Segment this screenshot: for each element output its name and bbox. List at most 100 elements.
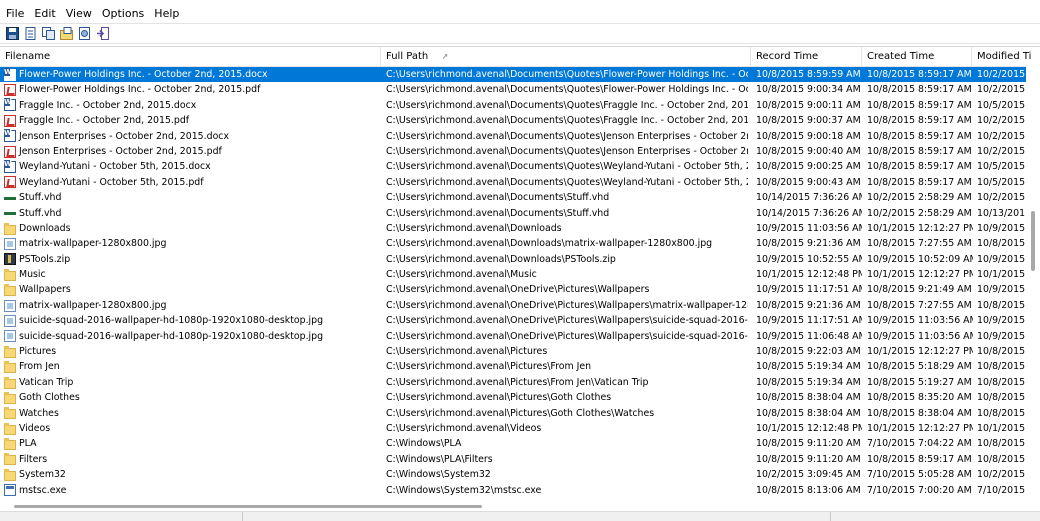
filename-cell: From Jen (4, 359, 380, 374)
table-row[interactable]: Videos C:\Users\richmond.avenal\Videos 10/… (0, 421, 1040, 436)
table-row[interactable]: Flower-Power Holdings Inc. - October 2nd… (0, 67, 1040, 83)
created-time-cell: 10/9/2015 11:03:56 AM (867, 315, 973, 327)
menu-view[interactable]: View (61, 5, 97, 23)
created-time-cell: 10/8/2015 8:59:17 AM (867, 161, 972, 173)
copy-button[interactable] (23, 26, 38, 41)
column-header-modified-time[interactable]: Modified Ti (972, 47, 1040, 66)
created-time-cell: 10/8/2015 7:27:55 AM (867, 299, 972, 311)
menu-file[interactable]: File (0, 5, 29, 23)
filename-cell: Fraggle Inc. - October 2nd, 2015.pdf (4, 113, 380, 128)
menu-options[interactable]: Options (97, 5, 149, 23)
folder-icon (4, 438, 16, 451)
table-row[interactable]: Stuff.vhd C:\Users\richmond.avenal\Docume… (0, 206, 1040, 221)
table-row[interactable]: suicide-squad-2016-wallpaper-hd-1080p-19… (0, 329, 1040, 344)
filename-cell: Fraggle Inc. - October 2nd, 2015.docx (4, 98, 380, 113)
table-row[interactable]: Vatican Trip C:\Users\richmond.avenal\Pic… (0, 375, 1040, 390)
folder-icon (4, 345, 16, 358)
table-row[interactable]: Fraggle Inc. - October 2nd, 2015.docx C:\… (0, 98, 1040, 113)
image-file-icon (4, 330, 16, 343)
table-row[interactable]: PSTools.zip C:\Users\richmond.avenal\Down… (0, 252, 1040, 267)
table-row[interactable]: Flower-Power Holdings Inc. - October 2nd… (0, 82, 1040, 97)
save-icon (6, 27, 19, 40)
exit-button[interactable] (95, 26, 110, 41)
table-row[interactable]: Filters C:\Windows\PLA\Filters 10/8/2015 9… (0, 452, 1040, 467)
modified-time-cell: 10/13/2015 (977, 207, 1025, 219)
created-time-cell: 10/8/2015 8:59:17 AM (867, 99, 972, 111)
created-time-cell: 10/8/2015 8:59:17 AM (867, 69, 972, 80)
filename-text: PSTools.zip (19, 253, 71, 265)
table-row[interactable]: mstsc.exe C:\Windows\System32\mstsc.exe 10… (0, 483, 1040, 498)
html-report-button[interactable] (77, 26, 92, 41)
full-path-cell: C:\Windows\System32 (386, 469, 491, 481)
filename-text: Fraggle Inc. - October 2nd, 2015.pdf (19, 115, 190, 127)
modified-time-cell: 10/8/2015 5 (977, 361, 1025, 373)
filename-text: suicide-squad-2016-wallpaper-hd-1080p-19… (19, 315, 324, 327)
word-document-icon (4, 129, 16, 143)
table-row[interactable]: Goth Clothes C:\Users\richmond.avenal\Pic… (0, 390, 1040, 405)
table-row[interactable]: suicide-squad-2016-wallpaper-hd-1080p-19… (0, 313, 1040, 328)
table-row[interactable]: Fraggle Inc. - October 2nd, 2015.pdf C:\U… (0, 113, 1040, 128)
copy-path-button[interactable] (41, 26, 56, 41)
word-document-icon (4, 98, 16, 112)
full-path-cell: C:\Windows\System32\mstsc.exe (386, 484, 542, 496)
record-time-cell: 10/8/2015 8:59:59 AM (756, 69, 861, 80)
menu-edit[interactable]: Edit (29, 5, 60, 23)
full-path-cell: C:\Windows\PLA\Filters (386, 453, 493, 465)
horizontal-scrollbar-thumb[interactable] (14, 505, 482, 508)
folder-icon (4, 468, 16, 481)
folder-icon (4, 407, 16, 420)
full-path-cell: C:\Users\richmond.avenal\OneDrive\Pictur… (386, 299, 748, 311)
filename-text: Videos (19, 422, 51, 434)
filename-cell: Flower-Power Holdings Inc. - October 2nd… (4, 82, 380, 97)
filename-text: Wallpapers (19, 284, 71, 296)
record-time-cell: 10/8/2015 9:22:03 AM (756, 346, 861, 358)
image-file-icon (4, 314, 16, 327)
record-time-cell: 10/8/2015 9:11:20 AM (756, 453, 861, 465)
table-row[interactable]: Music C:\Users\richmond.avenal\Music 10/1/… (0, 267, 1040, 282)
filename-cell: Stuff.vhd (4, 190, 380, 205)
table-row[interactable]: Weyland-Yutani - October 5th, 2015.pdf C:… (0, 175, 1040, 190)
table-row[interactable]: Jenson Enterprises - October 2nd, 2015.d… (0, 129, 1040, 144)
vertical-scrollbar-thumb[interactable] (1031, 211, 1035, 271)
modified-time-cell: 10/8/2015 8 (977, 392, 1025, 404)
table-row[interactable]: PLA C:\Windows\PLA 10/8/2015 9:11:20 AM 7/1… (0, 436, 1040, 451)
created-time-cell: 10/8/2015 5:19:27 AM (867, 376, 972, 388)
created-time-cell: 10/8/2015 8:59:17 AM (867, 130, 972, 142)
column-header-modified-time-label: Modified Ti (977, 51, 1032, 62)
table-row[interactable]: Wallpapers C:\Users\richmond.avenal\OneDr… (0, 282, 1040, 297)
table-row[interactable]: Pictures C:\Users\richmond.avenal\Picture… (0, 344, 1040, 359)
column-header-created-time[interactable]: Created Time (862, 47, 972, 66)
file-list[interactable]: Filename Full Path ↗ Record Time Created… (0, 46, 1040, 502)
record-time-cell: 10/8/2015 5:19:34 AM (756, 361, 861, 373)
table-row[interactable]: Downloads C:\Users\richmond.avenal\Downlo… (0, 221, 1040, 236)
filename-cell: Weyland-Yutani - October 5th, 2015.pdf (4, 175, 380, 190)
properties-button[interactable] (59, 26, 74, 41)
column-header-full-path[interactable]: Full Path ↗ (381, 47, 751, 66)
filename-text: Weyland-Yutani - October 5th, 2015.pdf (19, 176, 204, 188)
column-header-record-time[interactable]: Record Time (751, 47, 862, 66)
table-row[interactable]: matrix-wallpaper-1280x800.jpg C:\Users\ri… (0, 236, 1040, 251)
table-row[interactable]: Jenson Enterprises - October 2nd, 2015.p… (0, 144, 1040, 159)
table-row[interactable]: matrix-wallpaper-1280x800.jpg C:\Users\ri… (0, 298, 1040, 313)
filename-text: Music (19, 269, 46, 281)
created-time-cell: 10/8/2015 5:18:29 AM (867, 361, 972, 373)
modified-time-cell: 10/8/2015 5 (977, 376, 1025, 388)
table-row[interactable]: Stuff.vhd C:\Users\richmond.avenal\Docume… (0, 190, 1040, 205)
horizontal-scrollbar[interactable] (0, 501, 1040, 511)
table-row[interactable]: Watches C:\Users\richmond.avenal\Pictures… (0, 406, 1040, 421)
pdf-document-icon (4, 145, 16, 158)
table-row[interactable]: System32 C:\Windows\System32 10/2/2015 3:0… (0, 467, 1040, 482)
save-button[interactable] (5, 26, 20, 41)
vertical-scrollbar[interactable] (1026, 66, 1040, 501)
table-row[interactable]: From Jen C:\Users\richmond.avenal\Picture… (0, 359, 1040, 374)
menu-help[interactable]: Help (149, 5, 184, 23)
full-path-cell: C:\Users\richmond.avenal\Music (386, 269, 537, 281)
word-document-icon (4, 160, 16, 174)
full-path-cell: C:\Users\richmond.avenal\Pictures\From J… (386, 376, 649, 388)
table-row[interactable]: Weyland-Yutani - October 5th, 2015.docx C… (0, 159, 1040, 174)
modified-time-cell: 10/5/2015 5 (977, 161, 1025, 173)
column-header-filename[interactable]: Filename (0, 47, 381, 66)
created-time-cell: 10/9/2015 11:03:56 AM (867, 330, 973, 342)
column-header-filename-label: Filename (5, 51, 51, 62)
modified-time-cell: 10/8/2015 9 (977, 346, 1025, 358)
